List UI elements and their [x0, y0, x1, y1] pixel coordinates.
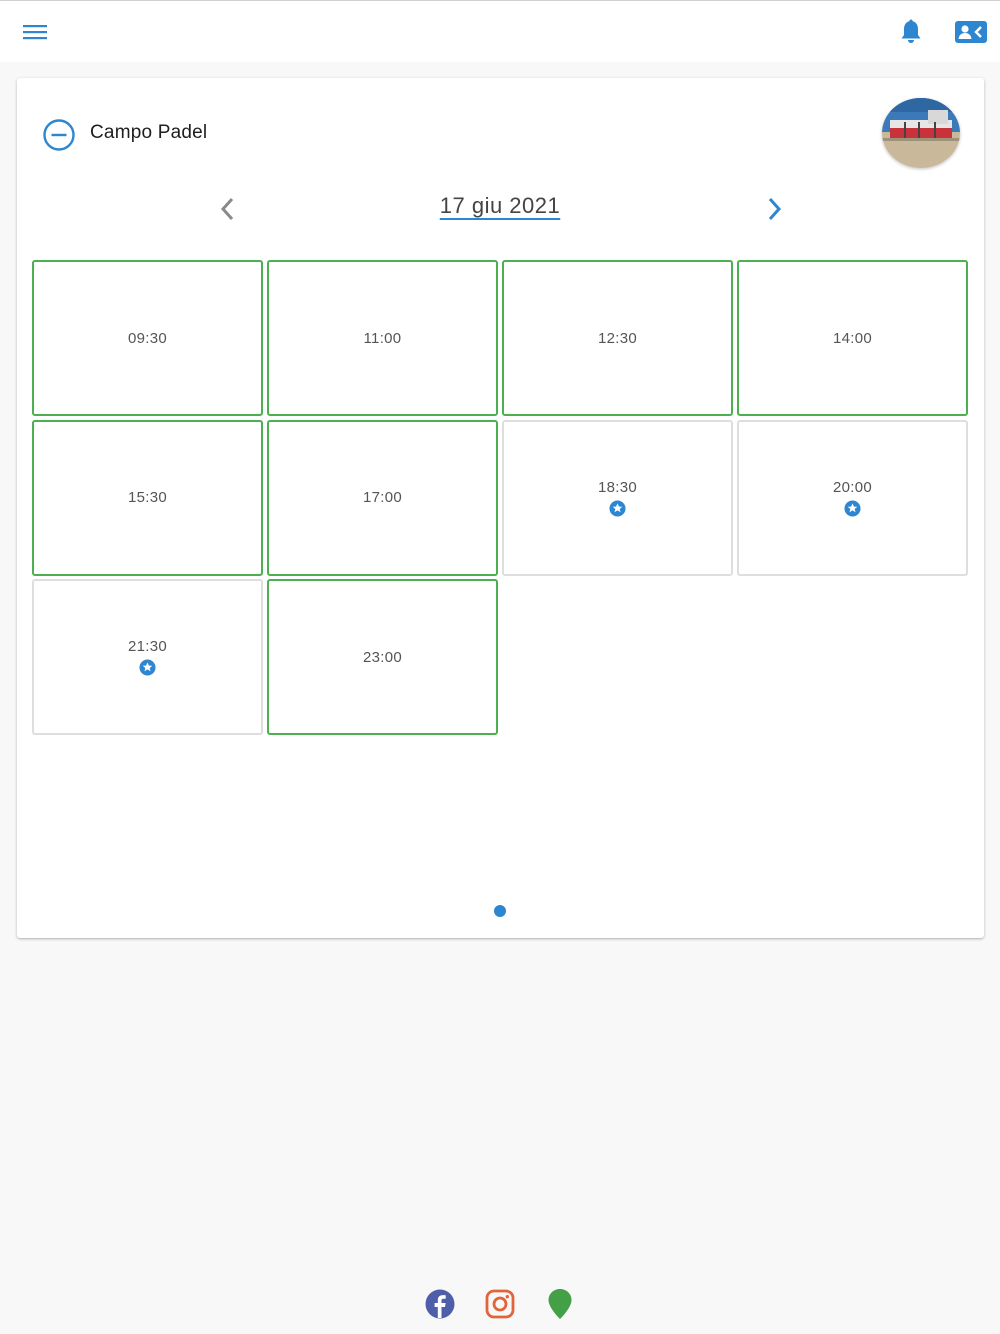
map-pin-icon — [548, 1289, 572, 1319]
star-badge-icon — [609, 499, 626, 517]
facebook-icon — [425, 1289, 455, 1319]
pagination-dot[interactable] — [494, 905, 506, 917]
time-slot[interactable]: 23:00 — [267, 579, 498, 735]
time-slot[interactable]: 20:00 — [737, 419, 968, 576]
slot-time: 14:00 — [832, 329, 873, 347]
collapse-button[interactable] — [42, 118, 76, 152]
chevron-left-icon — [220, 197, 234, 221]
menu-icon — [23, 25, 47, 40]
slot-time: 20:00 — [832, 478, 873, 496]
time-slot[interactable]: 09:30 — [32, 260, 263, 416]
notifications-button[interactable] — [896, 17, 926, 47]
selected-date[interactable]: 17 giu 2021 — [400, 193, 600, 219]
time-slot[interactable]: 12:30 — [502, 260, 733, 416]
slot-time: 17:00 — [362, 489, 403, 506]
facebook-link[interactable] — [424, 1288, 456, 1320]
slot-time: 18:30 — [597, 478, 638, 496]
map-link[interactable] — [544, 1288, 576, 1320]
slot-time: 15:30 — [127, 489, 168, 506]
app-screen: Campo Padel 17 giu 2021 09:30 11:00 12:3… — [0, 0, 1000, 1334]
slot-time: 23:00 — [362, 648, 403, 666]
star-badge-icon — [844, 499, 861, 517]
time-slot[interactable]: 11:00 — [267, 260, 498, 416]
slot-time: 12:30 — [597, 329, 638, 347]
star-badge-icon — [139, 659, 156, 676]
time-slot[interactable]: 15:30 — [32, 419, 263, 576]
contact-card-icon — [955, 21, 987, 43]
card-title: Campo Padel — [90, 122, 208, 143]
minus-circle-icon — [43, 119, 75, 151]
time-slot[interactable]: 21:30 — [32, 579, 263, 735]
menu-button[interactable] — [20, 19, 50, 45]
next-day-button[interactable] — [761, 194, 789, 224]
slot-time: 09:30 — [127, 329, 168, 347]
contact-button[interactable] — [952, 17, 990, 47]
bell-icon — [901, 19, 921, 43]
court-thumbnail[interactable] — [882, 98, 960, 168]
slot-time: 21:30 — [127, 638, 168, 655]
time-slot[interactable]: 17:00 — [267, 419, 498, 576]
instagram-link[interactable] — [484, 1288, 516, 1320]
top-bar — [0, 0, 1000, 62]
slot-time: 11:00 — [363, 329, 402, 347]
time-slot[interactable]: 14:00 — [737, 260, 968, 416]
previous-day-button[interactable] — [213, 194, 241, 224]
chevron-right-icon — [768, 197, 782, 221]
time-slot[interactable]: 18:30 — [502, 419, 733, 576]
court-photo — [882, 98, 960, 168]
booking-card: Campo Padel 17 giu 2021 09:30 11:00 12:3… — [17, 78, 984, 938]
instagram-icon — [485, 1289, 515, 1319]
